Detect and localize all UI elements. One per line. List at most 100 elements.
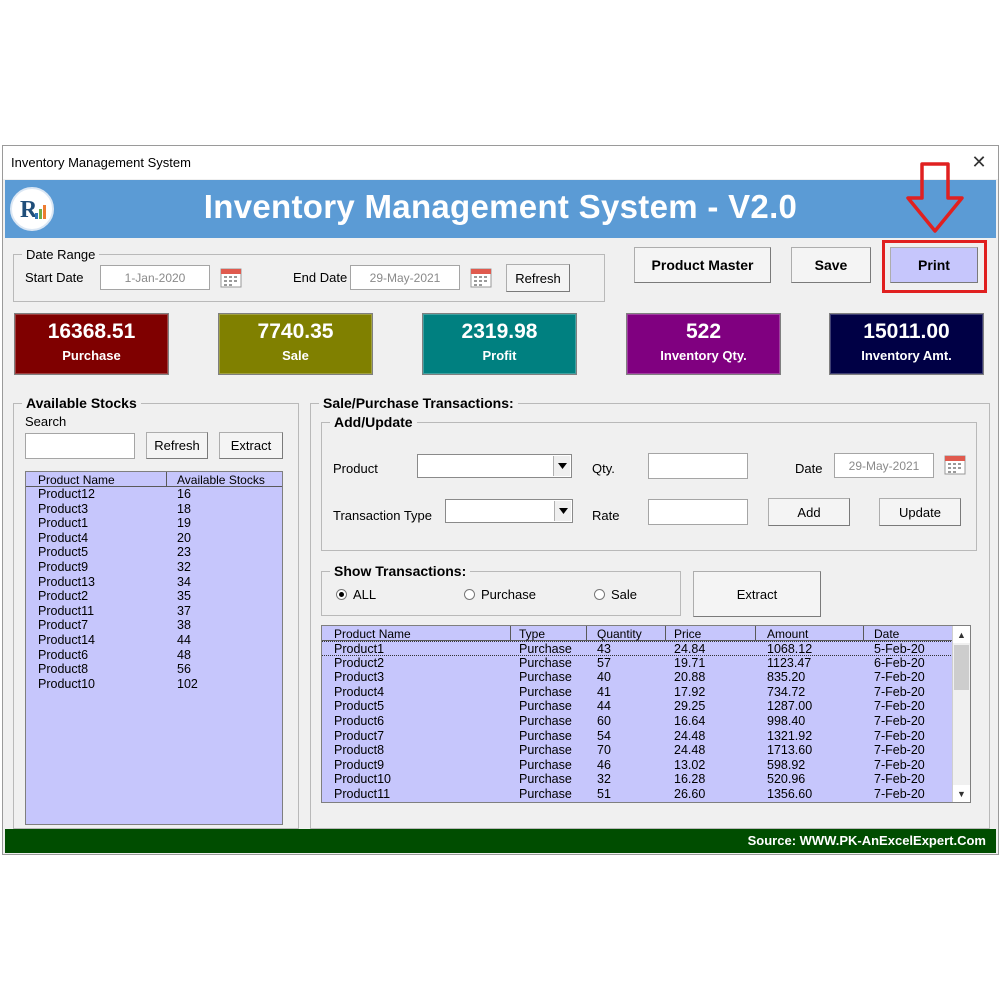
radio-purchase[interactable]: Purchase — [464, 587, 536, 602]
app-window: Inventory Management System ✕ R Inventor… — [2, 145, 999, 855]
footer-source: Source: WWW.PK-AnExcelExpert.Com — [747, 833, 986, 848]
list-item[interactable]: Product11 37 — [26, 604, 282, 619]
search-input[interactable] — [25, 433, 135, 459]
transactions-scrollbar[interactable]: ▲ ▼ — [952, 626, 970, 802]
chevron-down-icon[interactable] — [554, 501, 571, 521]
product-master-button[interactable]: Product Master — [634, 247, 771, 283]
scroll-up-icon[interactable]: ▲ — [953, 626, 970, 643]
txn-quantity: 57 — [597, 655, 611, 670]
list-item[interactable]: Product14 44 — [26, 633, 282, 648]
txn-date: 7-Feb-20 — [874, 786, 925, 801]
kpi-tile: 15011.00 Inventory Amt. — [829, 313, 984, 375]
transaction-date-field[interactable]: 29-May-2021 — [834, 453, 934, 478]
calendar-icon[interactable] — [220, 266, 242, 288]
list-item[interactable]: Product9 32 — [26, 560, 282, 575]
app-title: Inventory Management System - V2.0 — [203, 188, 798, 225]
txn-date: 7-Feb-20 — [874, 772, 925, 787]
rate-input[interactable] — [648, 499, 748, 525]
down-arrow-annotation-icon — [906, 162, 964, 233]
close-icon[interactable]: ✕ — [966, 150, 992, 174]
stocks-refresh-button[interactable]: Refresh — [146, 432, 208, 459]
txn-quantity: 46 — [597, 757, 611, 772]
save-button[interactable]: Save — [791, 247, 871, 283]
txn-amount: 1713.60 — [767, 743, 813, 758]
stocks-extract-button[interactable]: Extract — [219, 432, 283, 459]
list-item[interactable]: Product6 48 — [26, 648, 282, 663]
calendar-icon[interactable] — [944, 453, 966, 475]
qty-label: Qty. — [592, 461, 615, 476]
transactions-list[interactable]: Product Name Type Quantity Price Amount … — [321, 625, 971, 803]
scroll-down-icon[interactable]: ▼ — [953, 785, 970, 802]
txn-amount: 1123.47 — [767, 655, 812, 670]
stock-product-name: Product12 — [38, 487, 95, 501]
column-header-price: Price — [674, 627, 702, 641]
list-item[interactable]: Product7 38 — [26, 618, 282, 633]
table-row[interactable]: Product2 Purchase 57 19.71 1123.47 6-Feb-20 — [322, 656, 953, 671]
txn-type: Purchase — [519, 642, 572, 656]
table-row[interactable]: Product5 Purchase 44 29.25 1287.00 7-Feb-20 — [322, 699, 953, 714]
product-dropdown[interactable] — [417, 454, 572, 478]
stock-quantity: 20 — [177, 530, 191, 545]
stock-quantity: 18 — [177, 501, 191, 516]
list-item[interactable]: Product10 102 — [26, 677, 282, 692]
table-row[interactable]: Product4 Purchase 41 17.92 734.72 7-Feb-20 — [322, 685, 953, 700]
chevron-down-icon[interactable] — [553, 456, 570, 476]
txn-amount: 520.96 — [767, 772, 806, 787]
table-row[interactable]: Product8 Purchase 70 24.48 1713.60 7-Feb-20 — [322, 743, 953, 758]
table-row[interactable]: Product11 Purchase 51 26.60 1356.60 7-Feb-20 — [322, 787, 953, 802]
txn-amount: 1287.00 — [767, 699, 813, 714]
list-item[interactable]: Product13 34 — [26, 575, 282, 590]
list-item[interactable]: Product12 16 — [26, 487, 282, 502]
stock-quantity: 102 — [177, 676, 198, 691]
stocks-list[interactable]: Product Name Available Stocks Product12 1… — [25, 471, 283, 825]
kpi-value: 16368.51 — [47, 320, 136, 343]
txn-quantity: 51 — [597, 786, 611, 801]
txn-product-name: Product4 — [334, 684, 385, 699]
txn-product-name: Product11 — [334, 786, 391, 801]
table-row[interactable]: Product9 Purchase 46 13.02 598.92 7-Feb-20 — [322, 758, 953, 773]
list-item[interactable]: Product8 56 — [26, 662, 282, 677]
scroll-thumb[interactable] — [954, 645, 969, 690]
add-update-legend: Add/Update — [334, 414, 413, 430]
calendar-icon[interactable] — [470, 266, 492, 288]
txn-amount: 1321.92 — [767, 728, 813, 743]
radio-all[interactable]: ALL — [336, 587, 376, 602]
date-refresh-button[interactable]: Refresh — [506, 264, 570, 292]
txn-date: 7-Feb-20 — [874, 684, 925, 699]
transactions-extract-button[interactable]: Extract — [693, 571, 821, 617]
list-item[interactable]: Product3 18 — [26, 502, 282, 517]
txn-product-name: Product10 — [334, 772, 391, 787]
transaction-type-dropdown[interactable] — [445, 499, 573, 523]
kpi-label: Profit — [482, 348, 517, 363]
add-button[interactable]: Add — [768, 498, 850, 526]
table-row[interactable]: Product6 Purchase 60 16.64 998.40 7-Feb-20 — [322, 714, 953, 729]
print-highlight-box — [882, 240, 987, 293]
txn-quantity: 44 — [597, 699, 611, 714]
list-item[interactable]: Product1 19 — [26, 516, 282, 531]
update-button[interactable]: Update — [879, 498, 961, 526]
txn-quantity: 32 — [597, 772, 611, 787]
footer-bar: Source: WWW.PK-AnExcelExpert.Com — [5, 829, 996, 853]
table-row[interactable]: Product7 Purchase 54 24.48 1321.92 7-Feb-20 — [322, 729, 953, 744]
search-label: Search — [25, 414, 67, 429]
end-date-field[interactable]: 29-May-2021 — [350, 265, 460, 290]
show-transactions-legend: Show Transactions: — [334, 563, 467, 579]
stock-product-name: Product1 — [38, 516, 89, 531]
list-item[interactable]: Product2 35 — [26, 589, 282, 604]
table-row[interactable]: Product10 Purchase 32 16.28 520.96 7-Feb-20 — [322, 772, 953, 787]
product-label: Product — [333, 461, 378, 476]
rate-label: Rate — [592, 508, 620, 523]
list-item[interactable]: Product5 23 — [26, 545, 282, 560]
list-item[interactable]: Product4 20 — [26, 531, 282, 546]
stock-product-name: Product3 — [38, 501, 89, 516]
column-header-type: Type — [519, 627, 546, 641]
radio-sale[interactable]: Sale — [594, 587, 637, 602]
qty-input[interactable] — [648, 453, 748, 479]
table-row[interactable]: Product3 Purchase 40 20.88 835.20 7-Feb-20 — [322, 670, 953, 685]
txn-date: 7-Feb-20 — [874, 728, 925, 743]
stock-product-name: Product9 — [38, 559, 89, 574]
start-date-field[interactable]: 1-Jan-2020 — [100, 265, 210, 290]
txn-product-name: Product1 — [334, 642, 385, 656]
table-row[interactable]: Product1 Purchase 43 24.84 1068.12 5-Feb-20 — [322, 641, 953, 656]
txn-amount: 1356.60 — [767, 786, 813, 801]
